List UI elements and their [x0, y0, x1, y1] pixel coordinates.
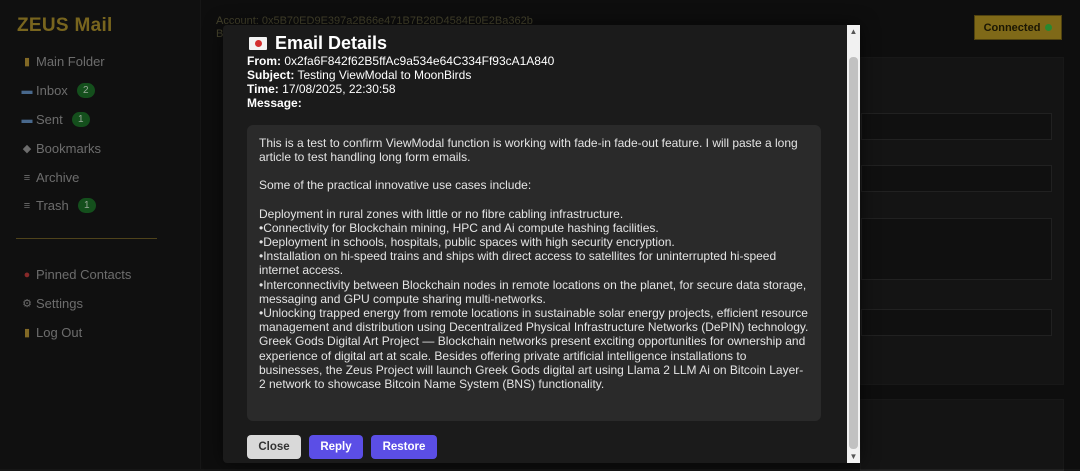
message-paragraph: Deployment in rural zones with little or… — [259, 206, 624, 221]
reply-button[interactable]: Reply — [309, 435, 363, 459]
message-bullet: •Installation on hi-speed trains and shi… — [259, 249, 777, 278]
from-label: From: — [247, 54, 281, 68]
email-details-modal: Email Details From: 0x2fa6F842f62B5ffAc9… — [223, 25, 860, 463]
scroll-down-arrow-icon[interactable]: ▼ — [847, 450, 860, 463]
subject-value: Testing ViewModal to MoonBirds — [297, 68, 472, 82]
message-bullet: •Deployment in schools, hospitals, publi… — [259, 235, 675, 250]
message-bullet: •Connectivity for Blockchain mining, HPC… — [259, 220, 659, 235]
scroll-thumb[interactable] — [849, 57, 858, 449]
time-value: 17/08/2025, 22:30:58 — [282, 82, 396, 96]
message-bullet: •Interconnectivity between Blockchain no… — [259, 277, 807, 306]
message-paragraph: Greek Gods Digital Art Project — Blockch… — [259, 334, 806, 392]
message-label: Message: — [247, 96, 302, 110]
scroll-up-arrow-icon[interactable]: ▲ — [847, 25, 860, 38]
modal-header: Email Details — [249, 33, 387, 54]
message-paragraph: Some of the practical innovative use cas… — [259, 178, 532, 193]
email-from: From: 0x2fa6F842f62B5ffAc9a534e64C334Ff9… — [247, 54, 554, 68]
from-value: 0x2fa6F842f62B5ffAc9a534e64C334Ff93cA1A8… — [284, 54, 555, 68]
flag-icon — [249, 37, 267, 50]
modal-scrollbar[interactable]: ▲ ▼ — [847, 25, 860, 463]
email-subject: Subject: Testing ViewModal to MoonBirds — [247, 68, 471, 82]
time-label: Time: — [247, 82, 279, 96]
message-paragraph: This is a test to confirm ViewModal func… — [259, 136, 798, 165]
close-button[interactable]: Close — [247, 435, 301, 459]
restore-button[interactable]: Restore — [371, 435, 437, 459]
email-time: Time: 17/08/2025, 22:30:58 — [247, 82, 396, 96]
subject-label: Subject: — [247, 68, 295, 82]
message-bullet: •Unlocking trapped energy from remote lo… — [259, 306, 809, 335]
modal-title: Email Details — [275, 33, 388, 53]
message-body: This is a test to confirm ViewModal func… — [247, 125, 821, 421]
email-message-heading: Message: — [247, 96, 302, 110]
